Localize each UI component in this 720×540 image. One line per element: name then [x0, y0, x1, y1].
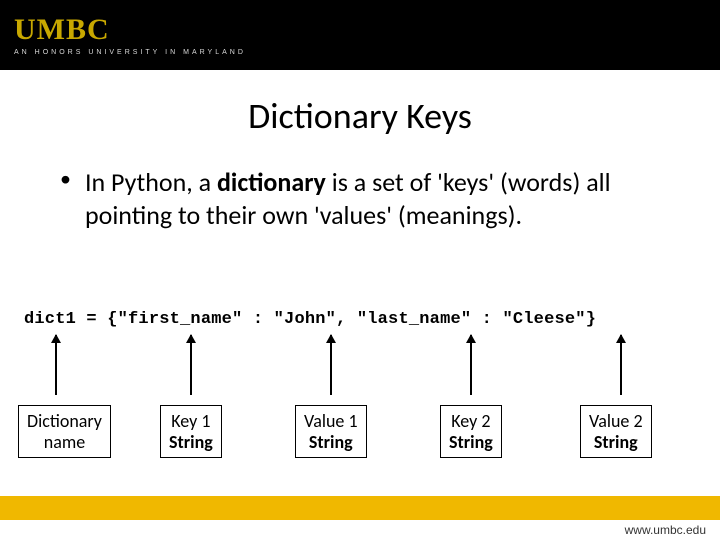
label-value1: Value 1 String: [295, 405, 367, 458]
label-line: Dictionary: [27, 410, 102, 432]
label-value2: Value 2 String: [580, 405, 652, 458]
bullet-pre: In Python, a: [85, 166, 217, 198]
footer-bar: [0, 496, 720, 520]
bullet-item: • In Python, a dictionary is a set of 'k…: [60, 166, 670, 231]
label-line: Value 1: [304, 410, 358, 432]
arrow-value1: [330, 335, 332, 395]
logo-subtitle: AN HONORS UNIVERSITY IN MARYLAND: [14, 49, 246, 56]
slide-title: Dictionary Keys: [0, 94, 720, 138]
bullet-text: In Python, a dictionary is a set of 'key…: [85, 166, 670, 231]
code-example: dict1 = {"first_name" : "John", "last_na…: [24, 310, 596, 329]
label-line: Key 1: [171, 410, 210, 432]
label-dictname: Dictionary name: [18, 405, 111, 458]
bullet-bold: dictionary: [217, 166, 326, 198]
footer-url: www.umbc.edu: [625, 523, 706, 537]
label-line: name: [44, 431, 85, 453]
logo-main: UMBC: [14, 15, 246, 45]
label-line: String: [594, 431, 638, 453]
arrow-key1: [190, 335, 192, 395]
arrow-value2: [620, 335, 622, 395]
bullet-marker: •: [60, 166, 71, 192]
label-line: Value 2: [589, 410, 643, 432]
label-line: String: [309, 431, 353, 453]
label-line: String: [169, 431, 213, 453]
logo-block: UMBC AN HONORS UNIVERSITY IN MARYLAND: [14, 15, 246, 56]
arrow-key2: [470, 335, 472, 395]
label-line: Key 2: [451, 410, 490, 432]
label-key1: Key 1 String: [160, 405, 222, 458]
label-key2: Key 2 String: [440, 405, 502, 458]
header-bar: UMBC AN HONORS UNIVERSITY IN MARYLAND: [0, 0, 720, 70]
label-line: String: [449, 431, 493, 453]
arrow-dictname: [55, 335, 57, 395]
